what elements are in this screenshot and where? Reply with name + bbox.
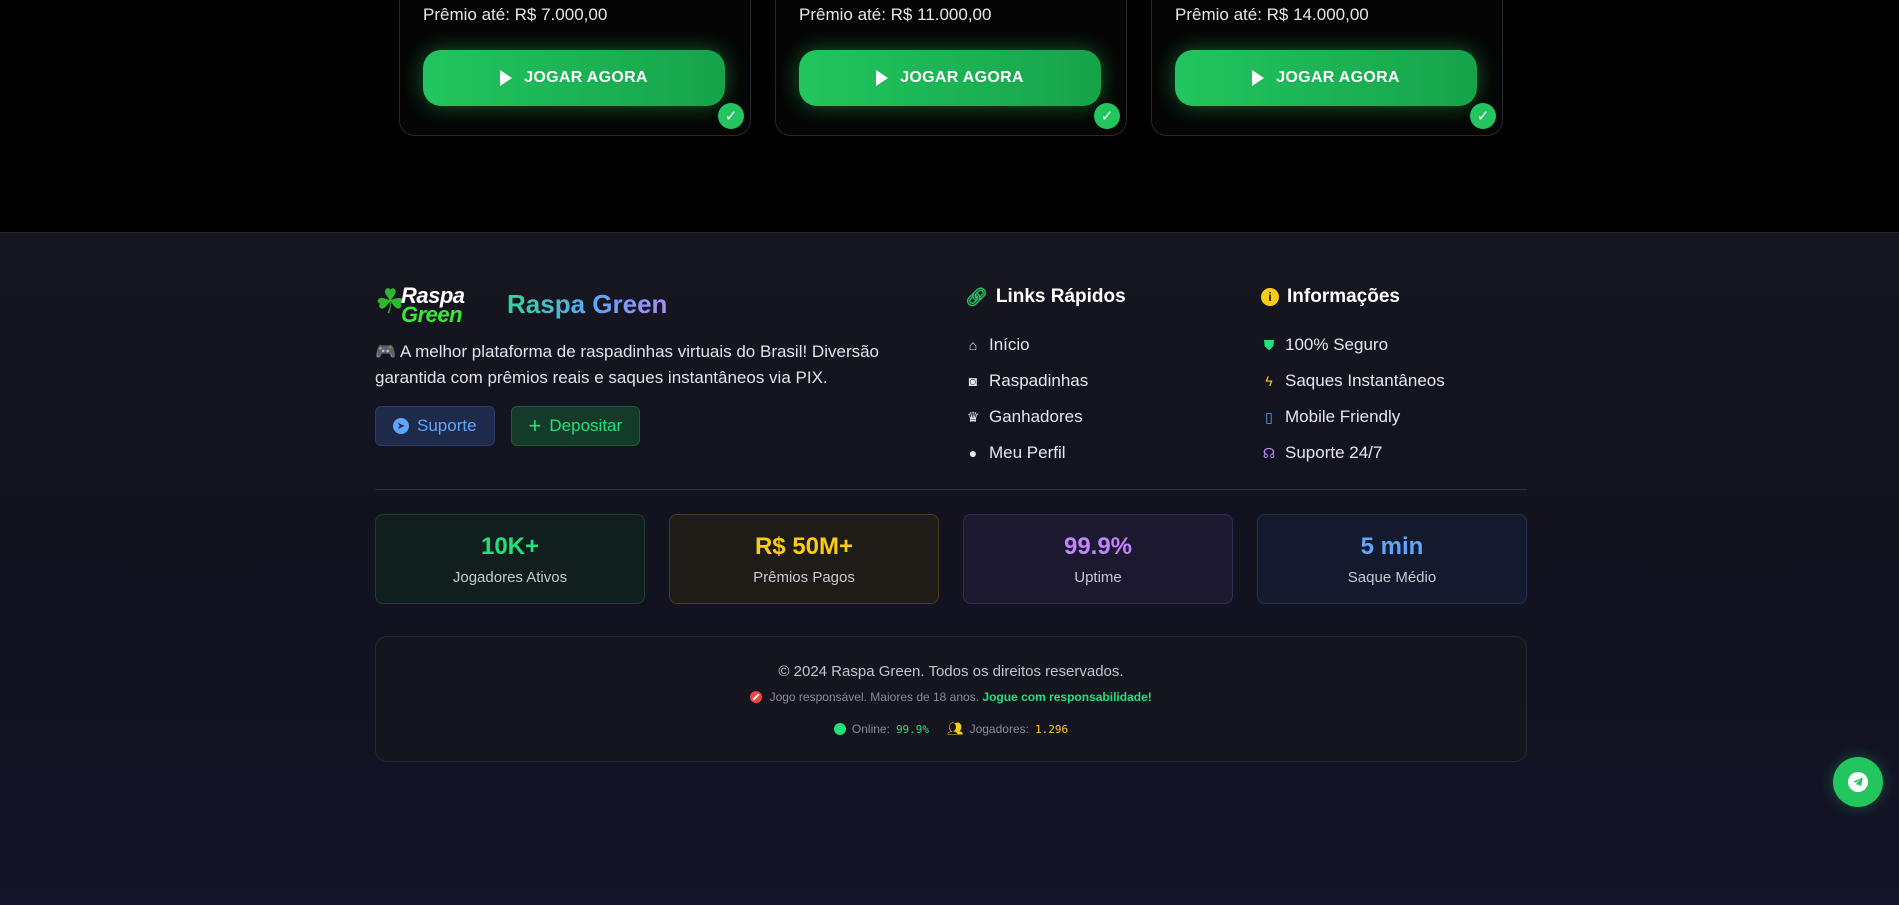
play-now-button[interactable]: JOGAR AGORA bbox=[423, 50, 725, 106]
headset-icon: ☊ bbox=[1262, 445, 1276, 461]
quick-link-label[interactable]: Raspadinhas bbox=[989, 371, 1088, 391]
footer-actions: ➤ Suporte + Depositar bbox=[375, 406, 641, 446]
stat-label: Prêmios Pagos bbox=[753, 568, 855, 586]
logo-text-bottom: Green bbox=[401, 302, 463, 327]
info-column: i Informações ⛊ 100% Seguro ϟ Saques Ins… bbox=[1261, 285, 1445, 471]
play-now-label: JOGAR AGORA bbox=[524, 69, 648, 86]
stat-value: R$ 50M+ bbox=[754, 532, 854, 560]
link-icon: 🔗︎ bbox=[965, 286, 988, 307]
shield-icon: ⛊ bbox=[1263, 337, 1275, 353]
info-label: Saques Instantâneos bbox=[1285, 371, 1445, 390]
stat-value: 99.9% bbox=[1063, 532, 1133, 560]
support-label: Suporte bbox=[417, 416, 477, 435]
quick-link-label[interactable]: Início bbox=[989, 335, 1030, 355]
footer-divider bbox=[375, 489, 1527, 490]
online-value: 99.9% bbox=[895, 722, 930, 736]
footer-brand: ☘ Raspa Green Raspa Green bbox=[375, 283, 668, 327]
quick-links-heading: Links Rápidos bbox=[995, 286, 1126, 307]
play-now-button[interactable]: JOGAR AGORA bbox=[1175, 50, 1477, 106]
stat-card-prizes: R$ 50M+ Prêmios Pagos bbox=[669, 514, 939, 604]
play-now-label: JOGAR AGORA bbox=[900, 69, 1024, 86]
play-icon bbox=[500, 70, 513, 86]
quick-links-column: 🔗︎ Links Rápidos ⌂ Início ◙ Raspadinhas … bbox=[965, 285, 1126, 471]
players-label: Jogadores: bbox=[969, 722, 1029, 736]
quick-link-label[interactable]: Meu Perfil bbox=[989, 443, 1066, 463]
stat-value: 10K+ bbox=[480, 532, 540, 560]
info-label: Suporte 24/7 bbox=[1285, 443, 1383, 462]
copyright-box: © 2024 Raspa Green. Todos os direitos re… bbox=[375, 636, 1527, 762]
info-icon: i bbox=[1261, 288, 1279, 306]
telegram-icon: ➤ bbox=[393, 418, 409, 434]
games-section: Prêmio até: R$ 7.000,00 JOGAR AGORA ✓ Pr… bbox=[0, 0, 1899, 232]
stat-card-withdraw: 5 min Saque Médio bbox=[1257, 514, 1527, 604]
stat-value: 5 min bbox=[1360, 532, 1424, 560]
prize-text: Prêmio até: R$ 7.000,00 bbox=[423, 5, 608, 24]
stat-card-uptime: 99.9% Uptime bbox=[963, 514, 1233, 604]
brand-name: Raspa Green bbox=[507, 288, 668, 319]
prize-text: Prêmio até: R$ 14.000,00 bbox=[1175, 5, 1369, 24]
brand-description: 🎮 A melhor plataforma de raspadinhas vir… bbox=[375, 342, 880, 387]
prize-text: Prêmio até: R$ 11.000,00 bbox=[799, 5, 992, 24]
play-icon bbox=[1252, 70, 1265, 86]
play-now-label: JOGAR AGORA bbox=[1276, 69, 1400, 86]
info-item-saques: ϟ Saques Instantâneos bbox=[1261, 363, 1445, 399]
users-icon: 👥︎ bbox=[947, 721, 964, 736]
check-icon: ✓ bbox=[1094, 103, 1120, 129]
quick-link-inicio[interactable]: ⌂ Início bbox=[965, 327, 1126, 363]
raspa-green-logo[interactable]: ☘ Raspa Green bbox=[375, 283, 495, 327]
lightning-icon: ϟ bbox=[1265, 373, 1273, 389]
home-icon: ⌂ bbox=[968, 337, 978, 353]
check-icon: ✓ bbox=[1470, 103, 1496, 129]
check-icon: ✓ bbox=[718, 103, 744, 129]
stat-label: Jogadores Ativos bbox=[452, 568, 568, 586]
quick-link-raspadinhas[interactable]: ◙ Raspadinhas bbox=[965, 363, 1126, 399]
info-label: 100% Seguro bbox=[1285, 335, 1389, 354]
stat-label: Uptime bbox=[1074, 568, 1122, 586]
stat-card-players: 10K+ Jogadores Ativos bbox=[375, 514, 645, 604]
quick-link-meu-perfil[interactable]: ● Meu Perfil bbox=[965, 435, 1126, 471]
quick-link-ganhadores[interactable]: ♛ Ganhadores bbox=[965, 399, 1126, 435]
responsible-text: Jogo responsável. Maiores de 18 anos. bbox=[769, 690, 980, 704]
game-card: Prêmio até: R$ 14.000,00 JOGAR AGORA ✓ bbox=[1151, 0, 1503, 136]
no-minors-icon bbox=[750, 691, 763, 703]
responsible-link[interactable]: Jogue com responsabilidade! bbox=[982, 690, 1151, 704]
quick-links-title: 🔗︎ Links Rápidos bbox=[965, 285, 1126, 309]
gamepad-icon: ◙ bbox=[968, 373, 978, 389]
info-label: Mobile Friendly bbox=[1285, 407, 1401, 426]
site-footer: ☘ Raspa Green Raspa Green 🎮 A melhor pla… bbox=[0, 232, 1899, 905]
online-label: Online: bbox=[851, 722, 890, 736]
deposit-label: Depositar bbox=[549, 416, 623, 435]
quick-link-label[interactable]: Ganhadores bbox=[989, 407, 1083, 427]
info-title: i Informações bbox=[1261, 285, 1445, 309]
telegram-icon bbox=[1848, 772, 1868, 792]
status-bar: Online: 99.9% 👥︎ Jogadores: 1.296 bbox=[376, 721, 1526, 737]
players-value: 1.296 bbox=[1034, 722, 1069, 736]
trophy-icon: ♛ bbox=[966, 409, 980, 425]
info-item-seguro: ⛊ 100% Seguro bbox=[1261, 327, 1445, 363]
telegram-float-button[interactable] bbox=[1833, 757, 1883, 807]
deposit-button[interactable]: + Depositar bbox=[510, 406, 641, 446]
info-heading: Informações bbox=[1287, 286, 1400, 307]
support-button[interactable]: ➤ Suporte bbox=[375, 406, 495, 446]
copyright-text: © 2024 Raspa Green. Todos os direitos re… bbox=[778, 663, 1124, 680]
play-now-button[interactable]: JOGAR AGORA bbox=[799, 50, 1101, 106]
mobile-icon: ▯ bbox=[1265, 409, 1273, 425]
game-card: Prêmio até: R$ 11.000,00 JOGAR AGORA ✓ bbox=[775, 0, 1127, 136]
info-item-suporte: ☊ Suporte 24/7 bbox=[1261, 435, 1445, 471]
responsible-gaming: Jogo responsável. Maiores de 18 anos. Jo… bbox=[376, 690, 1526, 704]
stat-label: Saque Médio bbox=[1347, 568, 1437, 586]
user-icon: ● bbox=[968, 445, 978, 461]
play-icon bbox=[876, 70, 889, 86]
info-item-mobile: ▯ Mobile Friendly bbox=[1261, 399, 1445, 435]
online-icon bbox=[833, 723, 846, 735]
plus-icon: + bbox=[528, 413, 542, 438]
game-card: Prêmio até: R$ 7.000,00 JOGAR AGORA ✓ bbox=[399, 0, 751, 136]
